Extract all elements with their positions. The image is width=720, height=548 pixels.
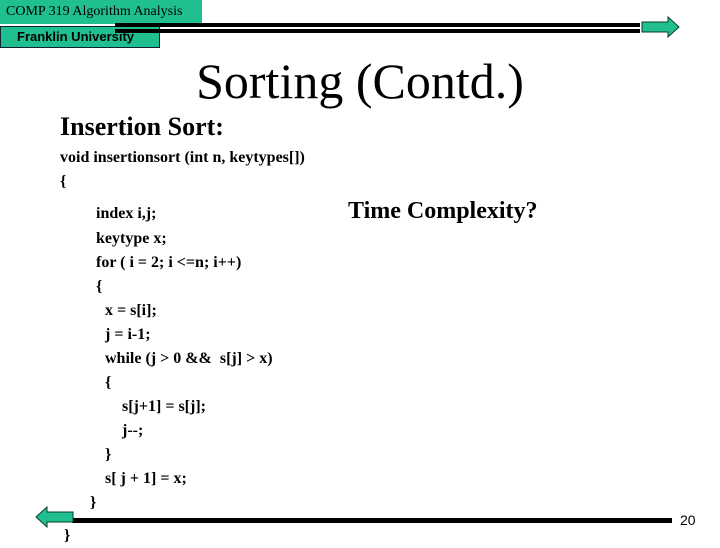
- next-slide-button[interactable]: [641, 15, 681, 39]
- code-line: {: [105, 374, 112, 391]
- code-line: j--;: [122, 422, 144, 439]
- code-line: s[ j + 1] = x;: [105, 470, 187, 487]
- top-divider: [115, 23, 640, 33]
- arrow-right-icon: [641, 15, 680, 39]
- code-line: j = i-1;: [105, 326, 151, 343]
- code-line: keytype x;: [96, 230, 167, 247]
- code-line: for ( i = 2; i <=n; i++): [96, 254, 242, 271]
- section-heading: Insertion Sort:: [60, 112, 224, 141]
- code-line: }: [90, 494, 97, 511]
- code-line: }: [105, 446, 112, 463]
- code-line: s[j+1] = s[j];: [122, 398, 206, 415]
- time-complexity-question: Time Complexity?: [348, 198, 538, 224]
- slide-title: Sorting (Contd.): [0, 52, 720, 110]
- code-line: while (j > 0 && s[j] > x): [105, 350, 273, 367]
- slide-title-text: Sorting (Contd.): [196, 53, 524, 109]
- arrow-left-icon: [35, 505, 74, 529]
- page-number: 20: [680, 512, 696, 528]
- code-line: void insertionsort (int n, keytypes[]): [60, 149, 305, 166]
- top-divider-line: [115, 23, 640, 27]
- bottom-divider: [72, 518, 672, 523]
- code-line: x = s[i];: [105, 302, 157, 319]
- code-line: {: [96, 278, 103, 295]
- code-line: index i,j;: [96, 205, 157, 222]
- code-line: {: [60, 173, 67, 190]
- course-title-banner: COMP 319 Algorithm Analysis: [0, 0, 202, 24]
- previous-slide-button[interactable]: [34, 505, 74, 529]
- top-divider-line: [115, 29, 640, 33]
